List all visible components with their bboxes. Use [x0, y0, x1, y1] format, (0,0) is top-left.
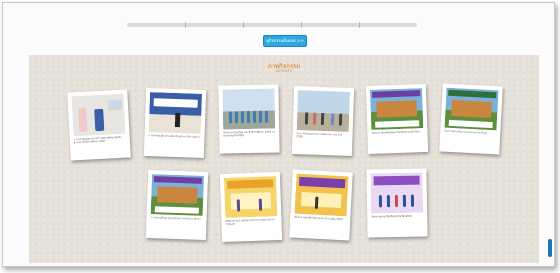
activity-photo: [150, 174, 205, 216]
activity-gallery-wall: ภาพกิจกรรม ACTIVITY การประชุมคณะกรรมการส…: [29, 55, 539, 263]
divider-tick: [301, 22, 302, 28]
divider-tick: [185, 22, 186, 28]
activity-photo-card[interactable]: การประชุมคณะกรรมการสถานศึกษาขั้นพื้นฐานป…: [67, 89, 131, 161]
divider-tick: [359, 22, 360, 28]
activity-photo: [71, 93, 126, 137]
photo-caption: พิธีลงนามบันทึกข้อตกลงความร่วมมือ MOU: [294, 215, 343, 222]
photo-caption: กิจกรรมวันไหว้ครู ประจำปีการศึกษา 2565 ณ…: [223, 130, 275, 138]
photo-caption: MOU ความร่วมมือทางวิชาการกับหน่วยงานภายน…: [225, 218, 275, 227]
photo-caption: กิจกรรมวันต่อต้านยาเสพติดโลก ประจำปี 256…: [296, 132, 343, 139]
activity-photo: [294, 173, 349, 217]
view-all-activities-button[interactable]: ดูกิจกรรมทั้งหมด >>: [263, 35, 307, 47]
activity-photo-card[interactable]: กิจกรรมส่งเสริมการอ่านและการเรียนรู้: [439, 83, 503, 155]
activity-photo-card[interactable]: พิธีลงนามบันทึกข้อตกลงความร่วมมือ MOU: [289, 169, 353, 241]
photo-caption: การประชุมคณะกรรมการสถานศึกษาขั้นพื้นฐานป…: [73, 135, 122, 145]
scrollbar-thumb[interactable]: [548, 239, 552, 257]
photo-caption: โครงการส่งเสริมคุณธรรมจริยธรรมนักเรียน: [371, 130, 420, 135]
activity-photo-card[interactable]: การประชุมผู้ปกครองนักเรียนประจำปีการศึกษ…: [143, 87, 207, 159]
top-divider-bar: [127, 22, 417, 28]
photo-caption: การอบรมพัฒนาครูและบุคลากรทางการศึกษา: [150, 216, 201, 221]
page-frame: ดูกิจกรรมทั้งหมด >> ภาพกิจกรรม ACTIVITY …: [2, 2, 555, 267]
activity-photo: [148, 92, 203, 134]
activity-photo-card[interactable]: โครงการส่งเสริมคุณธรรมจริยธรรมนักเรียน: [365, 83, 429, 155]
activity-photo: [222, 88, 276, 130]
activity-photo-card[interactable]: การอบรมพัฒนาครูและบุคลากรทางการศึกษา: [145, 169, 209, 241]
gallery-subtitle: ACTIVITY: [276, 69, 292, 73]
activity-photo: [369, 88, 424, 130]
activity-photo-card[interactable]: กิจกรรมวันต่อต้านยาเสพติดโลก ประจำปี 256…: [291, 85, 355, 157]
activity-photo: [370, 172, 424, 214]
activity-photo: [223, 176, 278, 218]
activity-photo-card[interactable]: กิจกรรมวันไหว้ครู ประจำปีการศึกษา 2565 ณ…: [218, 84, 280, 154]
photo-caption: กิจกรรมส่งเสริมการอ่านและการเรียนรู้: [444, 129, 488, 135]
photo-caption: กิจกรรมมอบเกียรติบัตรนักเรียนดีเด่น: [371, 214, 413, 219]
activity-photo: [444, 87, 499, 131]
activity-photo-card[interactable]: MOU ความร่วมมือทางวิชาการกับหน่วยงานภายน…: [219, 171, 283, 243]
divider-tick: [243, 22, 244, 28]
activity-photo: [296, 90, 351, 132]
activity-photo-card[interactable]: กิจกรรมมอบเกียรติบัตรนักเรียนดีเด่น: [366, 168, 428, 238]
photo-caption: การประชุมผู้ปกครองนักเรียนประจำปีการศึกษ…: [148, 134, 201, 139]
